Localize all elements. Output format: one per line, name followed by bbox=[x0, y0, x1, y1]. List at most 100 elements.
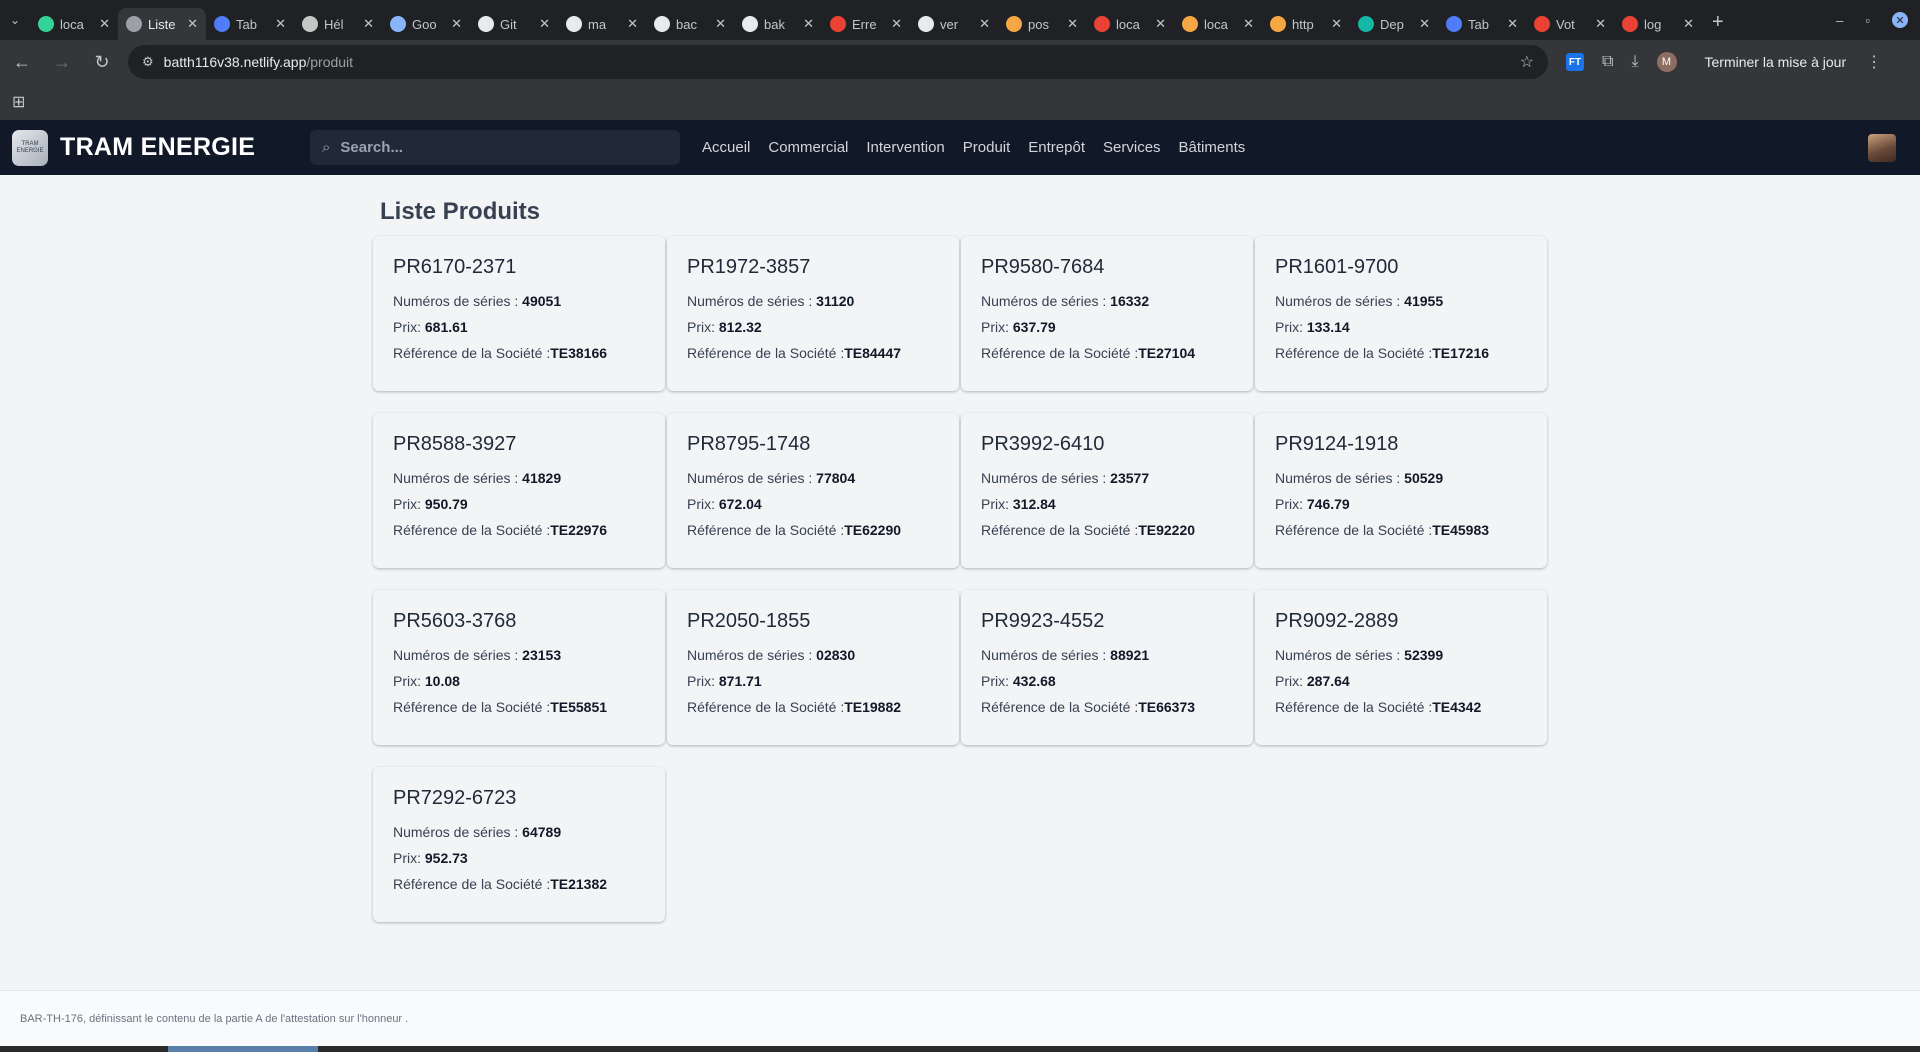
reload-icon[interactable]: ↻ bbox=[84, 44, 120, 80]
product-card[interactable]: PR5603-3768 Numéros de séries : 23153 Prix… bbox=[373, 590, 665, 745]
product-serial-row: Numéros de séries : 23577 bbox=[981, 465, 1233, 491]
apps-grid-icon[interactable]: ⊞ bbox=[12, 92, 25, 112]
tab-close-icon[interactable]: ✕ bbox=[99, 16, 110, 32]
update-button[interactable]: Terminer la mise à jour bbox=[1695, 47, 1857, 77]
browser-tab[interactable]: Hél ✕ bbox=[294, 8, 382, 40]
product-card[interactable]: PR9923-4552 Numéros de séries : 88921 Prix… bbox=[961, 590, 1253, 745]
browser-tab[interactable]: loca ✕ bbox=[30, 8, 118, 40]
browser-tab[interactable]: ma ✕ bbox=[558, 8, 646, 40]
tab-close-icon[interactable]: ✕ bbox=[1155, 16, 1166, 32]
browser-tab[interactable]: ver ✕ bbox=[910, 8, 998, 40]
tab-close-icon[interactable]: ✕ bbox=[1331, 16, 1342, 32]
tab-favicon-icon bbox=[390, 16, 406, 32]
tab-close-icon[interactable]: ✕ bbox=[1067, 16, 1078, 32]
product-serial-value: 41829 bbox=[522, 470, 562, 486]
browser-tab[interactable]: loca ✕ bbox=[1086, 8, 1174, 40]
tab-close-icon[interactable]: ✕ bbox=[1507, 16, 1518, 32]
tab-close-icon[interactable]: ✕ bbox=[187, 16, 198, 32]
product-card[interactable]: PR8795-1748 Numéros de séries : 77804 Prix… bbox=[667, 413, 959, 568]
tab-close-icon[interactable]: ✕ bbox=[627, 16, 638, 32]
more-menu-icon[interactable]: ⋮ bbox=[1866, 52, 1882, 72]
browser-tab[interactable]: bak ✕ bbox=[734, 8, 822, 40]
product-company-ref-value: TE45983 bbox=[1432, 522, 1490, 538]
search-input[interactable] bbox=[340, 139, 641, 156]
browser-tab[interactable]: Dep ✕ bbox=[1350, 8, 1438, 40]
nav-link[interactable]: Services bbox=[1103, 139, 1161, 156]
address-bar[interactable]: ⚙ batth116v38.netlify.app/produit ☆ bbox=[128, 45, 1548, 79]
browser-tab[interactable]: Erre ✕ bbox=[822, 8, 910, 40]
tab-close-icon[interactable]: ✕ bbox=[1683, 16, 1694, 32]
extensions-puzzle-icon[interactable]: ⧉ bbox=[1602, 53, 1613, 71]
minimize-icon[interactable]: – bbox=[1836, 13, 1843, 28]
product-company-ref-label: Référence de la Société : bbox=[687, 522, 845, 538]
nav-link[interactable]: Produit bbox=[963, 139, 1011, 156]
tram-energie-logo[interactable]: TRAM ENERGIE bbox=[12, 129, 48, 166]
product-card[interactable]: PR7292-6723 Numéros de séries : 64789 Prix… bbox=[373, 767, 665, 922]
product-price-value: 952.73 bbox=[424, 850, 468, 866]
site-info-icon[interactable]: ⚙ bbox=[142, 54, 154, 70]
product-company-ref-value: TE55851 bbox=[550, 699, 608, 715]
nav-link[interactable]: Entrepôt bbox=[1028, 139, 1085, 156]
app-header: TRAM ENERGIE TRAM ENERGIE ⌕ Accueil Comme… bbox=[0, 120, 1920, 175]
product-card[interactable]: PR1972-3857 Numéros de séries : 31120 Prix… bbox=[667, 236, 959, 391]
product-card[interactable]: PR6170-2371 Numéros de séries : 49051 Prix… bbox=[373, 236, 665, 391]
nav-link[interactable]: Accueil bbox=[702, 139, 750, 156]
product-serial-row: Numéros de séries : 16332 bbox=[981, 288, 1233, 314]
browser-tab[interactable]: pos ✕ bbox=[998, 8, 1086, 40]
profile-avatar[interactable]: M bbox=[1656, 52, 1677, 72]
browser-tab[interactable]: http ✕ bbox=[1262, 8, 1350, 40]
download-icon[interactable]: ⤓ bbox=[1631, 53, 1638, 71]
tab-close-icon[interactable]: ✕ bbox=[275, 16, 286, 32]
tab-favicon-icon bbox=[1358, 16, 1374, 32]
browser-tab[interactable]: Goo ✕ bbox=[382, 8, 470, 40]
user-avatar[interactable] bbox=[1868, 134, 1896, 162]
browser-tab[interactable]: loca ✕ bbox=[1174, 8, 1262, 40]
browser-tab[interactable]: Vot ✕ bbox=[1526, 8, 1614, 40]
product-card[interactable]: PR9092-2889 Numéros de séries : 52399 Prix… bbox=[1255, 590, 1547, 745]
nav-link[interactable]: Commercial bbox=[768, 139, 848, 156]
bookmark-star-icon[interactable]: ☆ bbox=[1520, 52, 1534, 72]
nav-link[interactable]: Bâtiments bbox=[1179, 139, 1246, 156]
tab-close-icon[interactable]: ✕ bbox=[1595, 16, 1606, 32]
tab-close-icon[interactable]: ✕ bbox=[363, 16, 374, 32]
product-card[interactable]: PR3992-6410 Numéros de séries : 23577 Prix… bbox=[961, 413, 1253, 568]
browser-tab[interactable]: Git ✕ bbox=[470, 8, 558, 40]
tab-close-icon[interactable]: ✕ bbox=[1419, 16, 1430, 32]
extension-ft-icon[interactable]: FT bbox=[1566, 53, 1584, 71]
product-price-label: Prix: bbox=[393, 319, 425, 335]
product-card[interactable]: PR9124-1918 Numéros de séries : 50529 Prix… bbox=[1255, 413, 1547, 568]
tab-close-icon[interactable]: ✕ bbox=[451, 16, 462, 32]
browser-tab[interactable]: bac ✕ bbox=[646, 8, 734, 40]
tab-title: bak bbox=[764, 16, 785, 32]
product-card[interactable]: PR1601-9700 Numéros de séries : 41955 Prix… bbox=[1255, 236, 1547, 391]
forward-arrow-icon[interactable]: → bbox=[44, 44, 80, 80]
product-card[interactable]: PR9580-7684 Numéros de séries : 16332 Prix… bbox=[961, 236, 1253, 391]
nav-link[interactable]: Intervention bbox=[866, 139, 944, 156]
product-company-ref-row: Référence de la Société :TE38166 bbox=[393, 340, 645, 366]
tab-title: Erre bbox=[852, 16, 877, 32]
browser-tab[interactable]: Tab ✕ bbox=[1438, 8, 1526, 40]
tab-search-chevron-icon[interactable]: ⌄ bbox=[0, 0, 30, 40]
restore-icon[interactable]: ▫ bbox=[1865, 13, 1870, 28]
tab-close-icon[interactable]: ✕ bbox=[979, 16, 990, 32]
tab-close-icon[interactable]: ✕ bbox=[539, 16, 550, 32]
browser-tab[interactable]: Liste ✕ bbox=[118, 8, 206, 40]
product-card[interactable]: PR8588-3927 Numéros de séries : 41829 Prix… bbox=[373, 413, 665, 568]
browser-tab[interactable]: log ✕ bbox=[1614, 8, 1702, 40]
tab-close-icon[interactable]: ✕ bbox=[891, 16, 902, 32]
tab-close-icon[interactable]: ✕ bbox=[803, 16, 814, 32]
product-code: PR2050-1855 bbox=[687, 610, 811, 632]
back-arrow-icon[interactable]: ← bbox=[4, 44, 40, 80]
tab-close-icon[interactable]: ✕ bbox=[715, 16, 726, 32]
close-window-icon[interactable]: ✕ bbox=[1892, 12, 1908, 28]
browser-tab[interactable]: Tab ✕ bbox=[206, 8, 294, 40]
new-tab-plus-icon[interactable]: + bbox=[1712, 11, 1724, 34]
product-card[interactable]: PR2050-1855 Numéros de séries : 02830 Prix… bbox=[667, 590, 959, 745]
browser-toolbar: ← → ↻ ⚙ batth116v38.netlify.app/produit … bbox=[0, 40, 1920, 84]
product-serial-value: 77804 bbox=[816, 470, 856, 486]
tab-favicon-icon bbox=[478, 16, 494, 32]
tab-title: http bbox=[1292, 16, 1314, 32]
product-code: PR7292-6723 bbox=[393, 787, 517, 809]
tab-close-icon[interactable]: ✕ bbox=[1243, 16, 1254, 32]
product-company-ref-row: Référence de la Société :TE55851 bbox=[393, 694, 645, 720]
